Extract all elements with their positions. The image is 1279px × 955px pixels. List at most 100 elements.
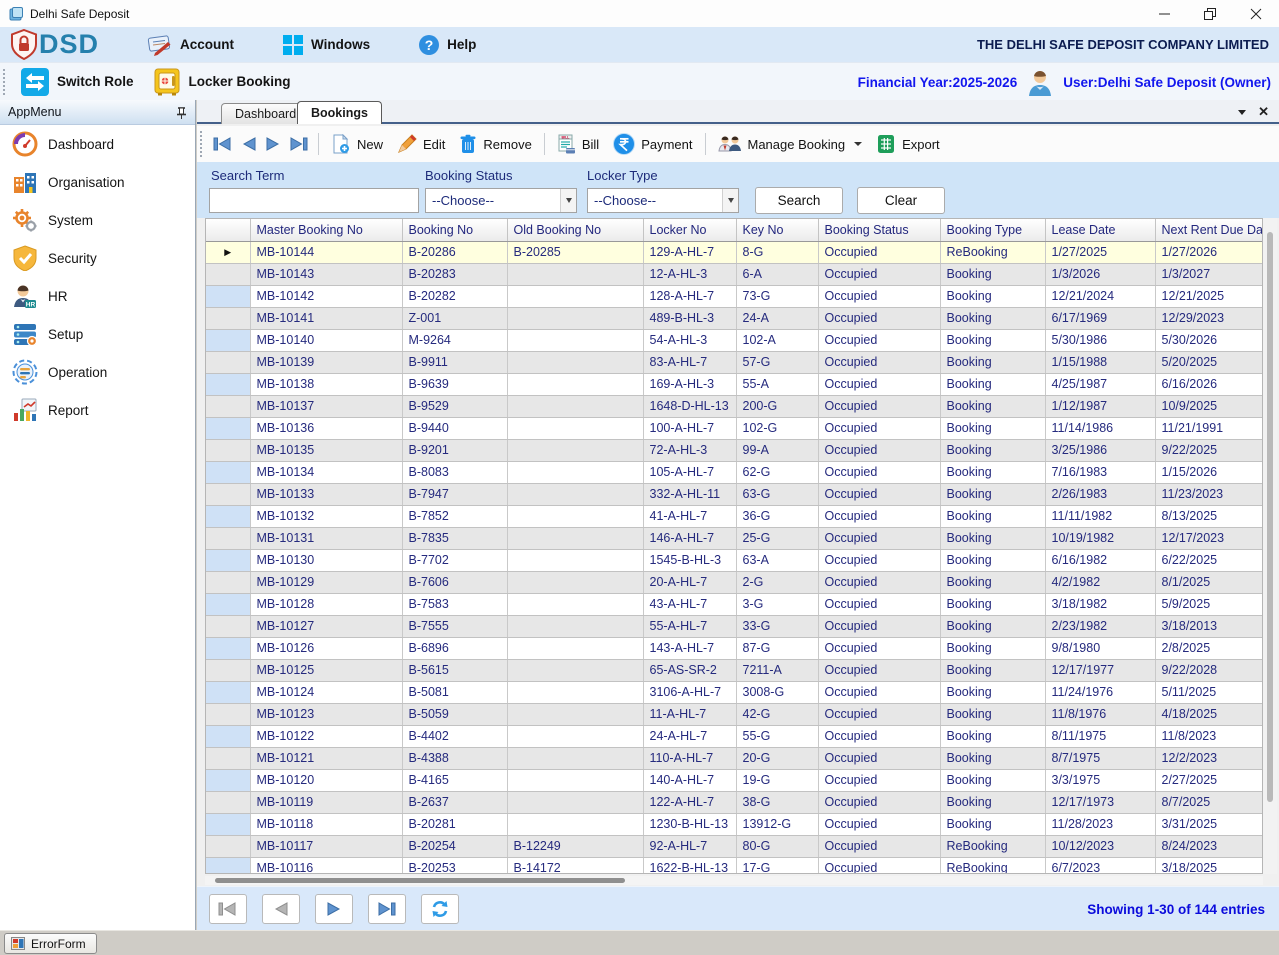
table-cell[interactable]: 3/18/2013 — [1155, 615, 1262, 637]
table-cell[interactable] — [507, 527, 643, 549]
table-cell[interactable]: Occupied — [818, 835, 940, 857]
table-cell[interactable]: B-9201 — [402, 439, 507, 461]
table-cell[interactable]: B-4402 — [402, 725, 507, 747]
table-cell[interactable] — [507, 351, 643, 373]
sidebar-item-system[interactable]: System — [0, 201, 195, 239]
table-cell[interactable]: Occupied — [818, 769, 940, 791]
table-cell[interactable]: MB-10140 — [250, 329, 402, 351]
table-cell[interactable]: 3008-G — [736, 681, 818, 703]
table-cell[interactable]: B-2637 — [402, 791, 507, 813]
table-cell[interactable]: 8/7/2025 — [1155, 791, 1262, 813]
table-cell[interactable]: 41-A-HL-7 — [643, 505, 736, 527]
table-cell[interactable]: B-20283 — [402, 263, 507, 285]
manage-booking-button[interactable]: Manage Booking — [711, 131, 870, 157]
row-selector[interactable] — [206, 527, 250, 549]
table-cell[interactable]: MB-10126 — [250, 637, 402, 659]
row-selector[interactable] — [206, 835, 250, 857]
row-selector[interactable] — [206, 637, 250, 659]
table-cell[interactable]: MB-10119 — [250, 791, 402, 813]
vertical-scrollbar[interactable] — [1263, 218, 1277, 874]
table-cell[interactable]: 11-A-HL-7 — [643, 703, 736, 725]
column-header[interactable]: Key No — [736, 219, 818, 241]
switch-role-button[interactable]: Switch Role — [20, 67, 134, 97]
table-cell[interactable]: 1/27/2025 — [1045, 241, 1155, 263]
table-cell[interactable]: 10/9/2025 — [1155, 395, 1262, 417]
table-cell[interactable]: Occupied — [818, 703, 940, 725]
row-selector[interactable] — [206, 659, 250, 681]
table-cell[interactable]: 2/27/2025 — [1155, 769, 1262, 791]
table-cell[interactable]: 4/18/2025 — [1155, 703, 1262, 725]
pager-first-button[interactable] — [209, 894, 247, 924]
table-cell[interactable]: 5/11/2025 — [1155, 681, 1262, 703]
table-cell[interactable]: Occupied — [818, 593, 940, 615]
table-cell[interactable]: 7/16/1983 — [1045, 461, 1155, 483]
table-cell[interactable] — [507, 659, 643, 681]
table-cell[interactable]: 102-A — [736, 329, 818, 351]
table-cell[interactable]: MB-10121 — [250, 747, 402, 769]
table-cell[interactable]: B-14172 — [507, 857, 643, 874]
table-cell[interactable]: Booking — [940, 395, 1045, 417]
table-cell[interactable]: ReBooking — [940, 241, 1045, 263]
sidebar-item-hr[interactable]: HR HR — [0, 277, 195, 315]
table-cell[interactable]: MB-10132 — [250, 505, 402, 527]
sidebar-item-organisation[interactable]: Organisation — [0, 163, 195, 201]
table-cell[interactable]: 9/22/2025 — [1155, 439, 1262, 461]
table-cell[interactable]: Occupied — [818, 439, 940, 461]
table-cell[interactable]: Booking — [940, 637, 1045, 659]
row-selector[interactable] — [206, 791, 250, 813]
table-cell[interactable]: Occupied — [818, 373, 940, 395]
table-cell[interactable]: Booking — [940, 351, 1045, 373]
table-cell[interactable]: 1/15/1988 — [1045, 351, 1155, 373]
nav-first-button[interactable] — [209, 133, 237, 155]
table-cell[interactable]: B-20281 — [402, 813, 507, 835]
table-cell[interactable]: 12-A-HL-3 — [643, 263, 736, 285]
table-cell[interactable]: MB-10127 — [250, 615, 402, 637]
table-cell[interactable]: MB-10131 — [250, 527, 402, 549]
table-cell[interactable]: 63-A — [736, 549, 818, 571]
table-cell[interactable]: 128-A-HL-7 — [643, 285, 736, 307]
table-cell[interactable] — [507, 549, 643, 571]
row-selector[interactable] — [206, 307, 250, 329]
table-cell[interactable]: 6-A — [736, 263, 818, 285]
table-cell[interactable]: 25-G — [736, 527, 818, 549]
table-cell[interactable]: MB-10128 — [250, 593, 402, 615]
table-cell[interactable]: B-20286 — [402, 241, 507, 263]
row-selector[interactable] — [206, 857, 250, 874]
table-cell[interactable]: MB-10120 — [250, 769, 402, 791]
maximize-button[interactable] — [1187, 0, 1233, 27]
table-cell[interactable]: Booking — [940, 791, 1045, 813]
table-cell[interactable]: Booking — [940, 417, 1045, 439]
row-selector[interactable] — [206, 439, 250, 461]
table-cell[interactable]: 1230-B-HL-13 — [643, 813, 736, 835]
table-cell[interactable]: 2/8/2025 — [1155, 637, 1262, 659]
sidebar-item-security[interactable]: Security — [0, 239, 195, 277]
booking-status-select[interactable]: --Choose-- — [425, 188, 577, 213]
table-cell[interactable]: MB-10139 — [250, 351, 402, 373]
table-cell[interactable]: B-20282 — [402, 285, 507, 307]
table-cell[interactable]: 8/24/2023 — [1155, 835, 1262, 857]
table-cell[interactable]: 11/23/2023 — [1155, 483, 1262, 505]
table-cell[interactable] — [507, 813, 643, 835]
table-cell[interactable]: Z-001 — [402, 307, 507, 329]
table-cell[interactable]: 87-G — [736, 637, 818, 659]
clear-button[interactable]: Clear — [857, 187, 945, 214]
table-cell[interactable] — [507, 285, 643, 307]
table-cell[interactable]: 1/12/1987 — [1045, 395, 1155, 417]
table-cell[interactable]: 57-G — [736, 351, 818, 373]
menu-item-windows[interactable]: Windows — [282, 34, 370, 56]
table-cell[interactable]: 200-G — [736, 395, 818, 417]
table-cell[interactable]: MB-10143 — [250, 263, 402, 285]
export-button[interactable]: Export — [869, 131, 947, 157]
bill-button[interactable]: BILL Bill — [550, 131, 606, 157]
table-cell[interactable]: Booking — [940, 747, 1045, 769]
row-selector[interactable] — [206, 417, 250, 439]
table-cell[interactable]: 1/15/2026 — [1155, 461, 1262, 483]
table-cell[interactable]: B-9911 — [402, 351, 507, 373]
table-cell[interactable]: 12/17/1977 — [1045, 659, 1155, 681]
table-cell[interactable]: 36-G — [736, 505, 818, 527]
table-cell[interactable]: Occupied — [818, 637, 940, 659]
table-cell[interactable]: Occupied — [818, 615, 940, 637]
table-cell[interactable]: MB-10136 — [250, 417, 402, 439]
column-header[interactable]: Locker No — [643, 219, 736, 241]
table-cell[interactable]: MB-10129 — [250, 571, 402, 593]
